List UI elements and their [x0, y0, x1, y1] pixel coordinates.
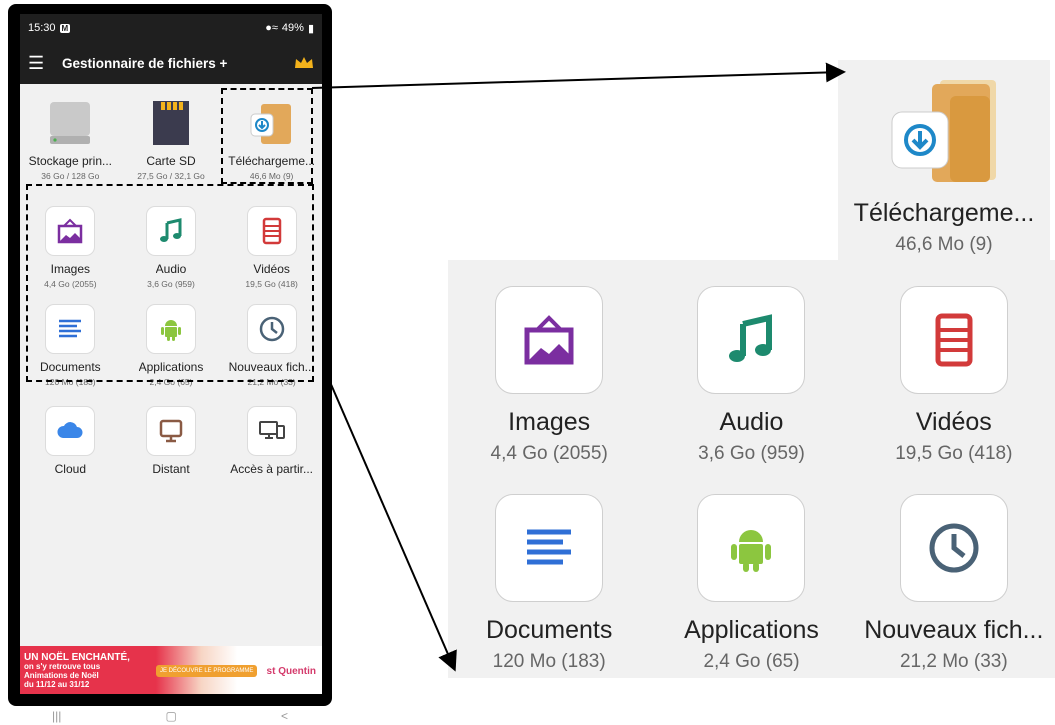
- ad-line: du 11/12 au 31/12: [24, 680, 90, 689]
- zoom-category-images[interactable]: Images 4,4 Go (2055): [448, 286, 650, 494]
- ad-text: UN NOËL ENCHANTÉ, on s'y retrouve tous A…: [20, 652, 150, 690]
- battery-icon: ▮: [307, 22, 314, 35]
- zoom-category-size: 21,2 Mo (33): [899, 651, 1008, 672]
- android-nav-bar: ||| ▢ <: [0, 706, 340, 725]
- music-note-icon: [697, 286, 806, 394]
- zoom-category-size: 120 Mo (183): [492, 651, 606, 672]
- network-cloud[interactable]: Cloud: [20, 402, 121, 500]
- hard-drive-icon: [45, 98, 95, 148]
- storage-sd-card[interactable]: Carte SD 27,5 Go / 32,1 Go: [121, 94, 222, 192]
- arrow-to-downloads-zoom: [311, 62, 846, 89]
- ad-line: Animations de Noël: [24, 671, 99, 680]
- ad-headline: UN NOËL ENCHANTÉ,: [24, 652, 130, 663]
- battery-level: 49%: [281, 22, 304, 34]
- film-icon: [899, 286, 1008, 394]
- zoom-category-label: Nouveaux fich...: [864, 616, 1044, 644]
- zoom-category-size: 2,4 Go (65): [703, 651, 800, 672]
- wifi-signal-icon: ●≈: [265, 22, 278, 34]
- zoom-category-label: Vidéos: [915, 408, 992, 436]
- storage-size: 27,5 Go / 32,1 Go: [137, 171, 205, 181]
- network-remote[interactable]: Distant: [121, 402, 222, 500]
- back-icon[interactable]: <: [281, 709, 288, 723]
- monitor-icon: [145, 406, 196, 456]
- storage-label: Stockage prin...: [28, 154, 113, 168]
- clock-icon: [899, 494, 1008, 602]
- ad-brand: st Quentin: [266, 665, 316, 677]
- zoom-category-size: 3,6 Go (959): [698, 443, 805, 464]
- zoom-categories-panel: Images 4,4 Go (2055) Audio 3,6 Go (959) …: [448, 260, 1055, 678]
- zoom-category-applications[interactable]: Applications 2,4 Go (65): [650, 494, 852, 702]
- network-access[interactable]: Accès à partir...: [221, 402, 322, 500]
- zoom-downloads-panel: Téléchargeme... 46,6 Mo (9): [838, 60, 1050, 260]
- zoom-category-documents[interactable]: Documents 120 Mo (183): [448, 494, 650, 702]
- zoom-category-audio[interactable]: Audio 3,6 Go (959): [650, 286, 852, 494]
- highlight-box-downloads: [221, 88, 313, 184]
- network-label: Cloud: [54, 462, 86, 476]
- zoom-category-label: Images: [508, 408, 591, 436]
- image-icon: [495, 286, 604, 394]
- network-label: Distant: [152, 462, 190, 476]
- app-toolbar: ☰ Gestionnaire de fichiers +: [20, 42, 322, 84]
- hamburger-menu-icon[interactable]: ☰: [28, 53, 56, 74]
- arrow-to-categories-zoom: [329, 381, 457, 672]
- zoom-download-size: 46,6 Mo (9): [895, 234, 993, 255]
- ad-banner[interactable]: UN NOËL ENCHANTÉ, on s'y retrouve tous A…: [20, 646, 322, 694]
- zoom-category-size: 19,5 Go (418): [895, 443, 1013, 464]
- zoom-category-size: 4,4 Go (2055): [490, 443, 608, 464]
- network-label: Accès à partir...: [230, 462, 313, 476]
- ad-cta-button[interactable]: JE DÉCOUVRE LE PROGRAMME: [156, 665, 258, 677]
- status-time: 15:30: [28, 22, 56, 34]
- zoom-download-label: Téléchargeme...: [853, 199, 1035, 227]
- status-bar: 15:30 M ●≈ 49% ▮: [20, 14, 322, 42]
- android-icon: [697, 494, 806, 602]
- highlight-box-categories: [26, 184, 314, 382]
- zoom-category-label: Applications: [684, 616, 819, 644]
- devices-icon: [246, 406, 297, 456]
- app-title: Gestionnaire de fichiers +: [62, 55, 228, 71]
- storage-internal[interactable]: Stockage prin... 36 Go / 128 Go: [20, 94, 121, 192]
- storage-label: Carte SD: [146, 154, 196, 168]
- zoom-category-label: Audio: [719, 408, 784, 436]
- download-folder-icon: [888, 76, 1000, 191]
- recent-apps-icon[interactable]: |||: [52, 709, 61, 723]
- cloud-icon: [45, 406, 96, 456]
- home-icon[interactable]: ▢: [166, 709, 177, 723]
- storage-size: 36 Go / 128 Go: [41, 171, 100, 181]
- document-lines-icon: [495, 494, 604, 602]
- zoom-category-label: Documents: [485, 616, 613, 644]
- ad-line: on s'y retrouve tous: [24, 662, 101, 671]
- zoom-category-grid: Images 4,4 Go (2055) Audio 3,6 Go (959) …: [448, 260, 1055, 702]
- zoom-category-recent[interactable]: Nouveaux fich... 21,2 Mo (33): [853, 494, 1055, 702]
- network-grid: Cloud Distant Accès à partir...: [20, 398, 322, 500]
- zoom-category-videos[interactable]: Vidéos 19,5 Go (418): [853, 286, 1055, 494]
- notification-icon: M: [59, 23, 71, 33]
- crown-icon[interactable]: [294, 56, 314, 70]
- sd-card-icon: [146, 98, 196, 148]
